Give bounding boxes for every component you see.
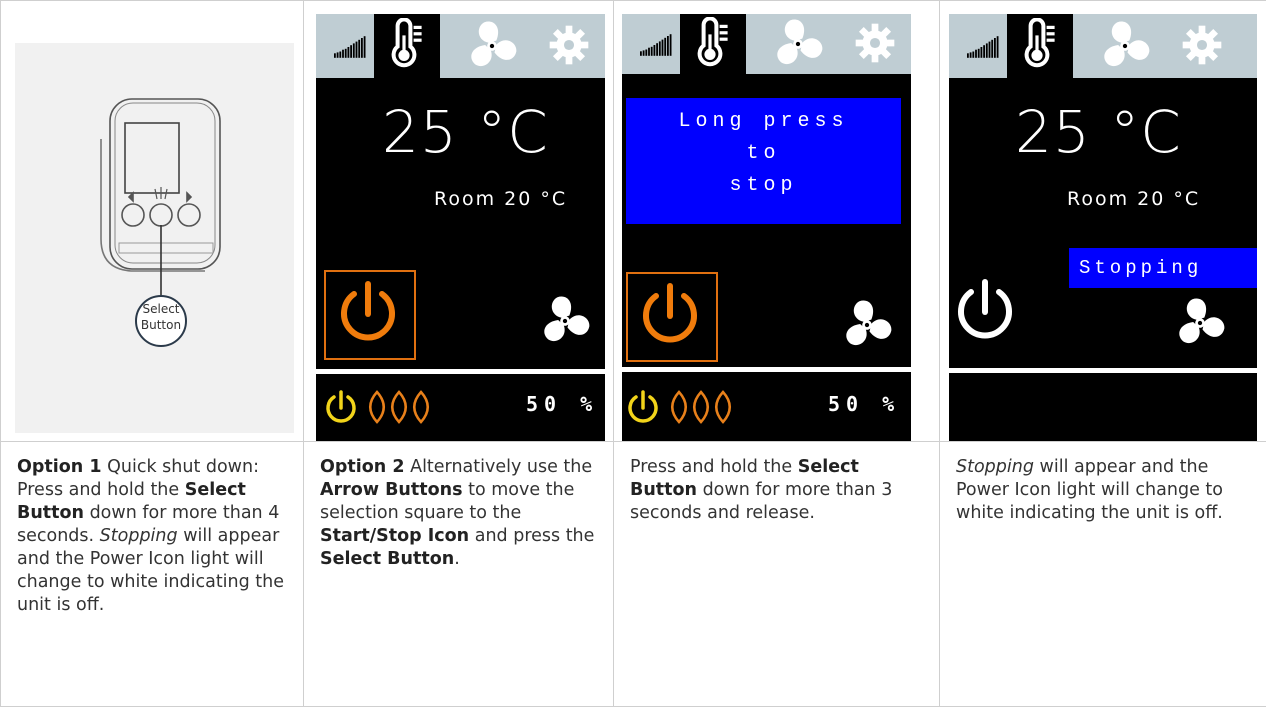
flame-icon xyxy=(668,390,734,424)
callout-line-2: Button xyxy=(136,317,186,333)
device-illustration: Select Button xyxy=(15,43,294,433)
stopping-status: Stopping xyxy=(1069,248,1257,288)
message-line-3: stop xyxy=(626,170,901,202)
select-button-callout: Select Button xyxy=(136,301,186,333)
caption-bold: Option 2 xyxy=(320,457,405,477)
caption-text: . xyxy=(454,549,460,569)
fan-icon[interactable] xyxy=(770,17,826,71)
room-temperature: Room 20 °C xyxy=(1067,188,1200,210)
caption-text: Alternatively use the xyxy=(405,457,593,477)
thermometer-icon xyxy=(694,17,734,71)
thermostat-device-icon xyxy=(15,43,294,433)
power-icon[interactable] xyxy=(949,276,1021,348)
screen-one: 25 °C Room 20 °C 50 % xyxy=(316,14,605,441)
screen-two-cell: Long press to stop 50 % xyxy=(614,1,940,442)
room-temperature: Room 20 °C xyxy=(434,188,567,210)
caption-bold: Select Button xyxy=(320,549,454,569)
power-icon[interactable] xyxy=(634,280,706,352)
signal-bars-icon xyxy=(334,36,370,58)
screen-three: 25 °C Room 20 °C Stopping xyxy=(949,14,1257,441)
fan-icon[interactable] xyxy=(840,298,894,352)
power-icon xyxy=(624,389,662,427)
callout-line-1: Select xyxy=(136,301,186,317)
fan-icon[interactable] xyxy=(1173,296,1227,350)
flame-icon xyxy=(366,390,432,424)
tab-bar xyxy=(316,14,605,78)
long-press-message: Long press to stop xyxy=(626,98,901,224)
caption-option-2: Option 2 Alternatively use the Arrow But… xyxy=(304,442,614,707)
divider xyxy=(622,367,911,372)
caption-bold: Start/Stop Icon xyxy=(320,526,469,546)
divider xyxy=(316,369,605,374)
caption-step-press: Press and hold the Select Button down fo… xyxy=(614,442,940,707)
tab-temperature[interactable] xyxy=(374,14,440,78)
caption-bold: Arrow Buttons xyxy=(320,480,463,500)
message-line-1: Long press xyxy=(626,106,901,138)
signal-bars-icon xyxy=(640,34,676,56)
power-percent: 50 % xyxy=(526,392,598,416)
signal-bars-icon xyxy=(967,36,1003,58)
fan-icon[interactable] xyxy=(1097,19,1153,73)
tab-temperature[interactable] xyxy=(680,14,746,74)
gear-icon[interactable] xyxy=(548,24,590,66)
caption-step-stopping: Stopping will appear and the Power Icon … xyxy=(940,442,1266,707)
tab-bar xyxy=(949,14,1257,78)
tab-temperature[interactable] xyxy=(1007,14,1073,78)
tab-bar xyxy=(622,14,911,74)
divider xyxy=(949,368,1257,373)
power-icon xyxy=(322,389,360,427)
power-icon[interactable] xyxy=(332,278,404,350)
caption-text: Press and hold the xyxy=(630,457,798,477)
caption-option-1: Option 1 Quick shut down: Press and hold… xyxy=(1,442,304,707)
caption-italic: Stopping xyxy=(100,526,178,546)
screen-three-cell: 25 °C Room 20 °C Stopping xyxy=(940,1,1266,442)
screen-one-cell: 25 °C Room 20 °C 50 % xyxy=(304,1,614,442)
message-line-2: to xyxy=(626,138,901,170)
instruction-table: Select Button 25 °C Room 20 °C xyxy=(0,0,1266,707)
fan-icon[interactable] xyxy=(538,294,592,348)
caption-text: and press the xyxy=(469,526,594,546)
thermometer-icon xyxy=(1021,18,1061,72)
gear-icon[interactable] xyxy=(854,22,896,64)
fan-icon[interactable] xyxy=(464,19,520,73)
screen-two: Long press to stop 50 % xyxy=(622,14,911,441)
caption-italic: Stopping xyxy=(956,457,1034,477)
power-percent: 50 % xyxy=(828,392,900,416)
device-cell: Select Button xyxy=(1,1,304,442)
set-temperature: 25 °C xyxy=(382,98,549,166)
thermometer-icon xyxy=(388,18,428,72)
caption-bold: Option 1 xyxy=(17,457,102,477)
gear-icon[interactable] xyxy=(1181,24,1223,66)
set-temperature: 25 °C xyxy=(1015,98,1182,166)
